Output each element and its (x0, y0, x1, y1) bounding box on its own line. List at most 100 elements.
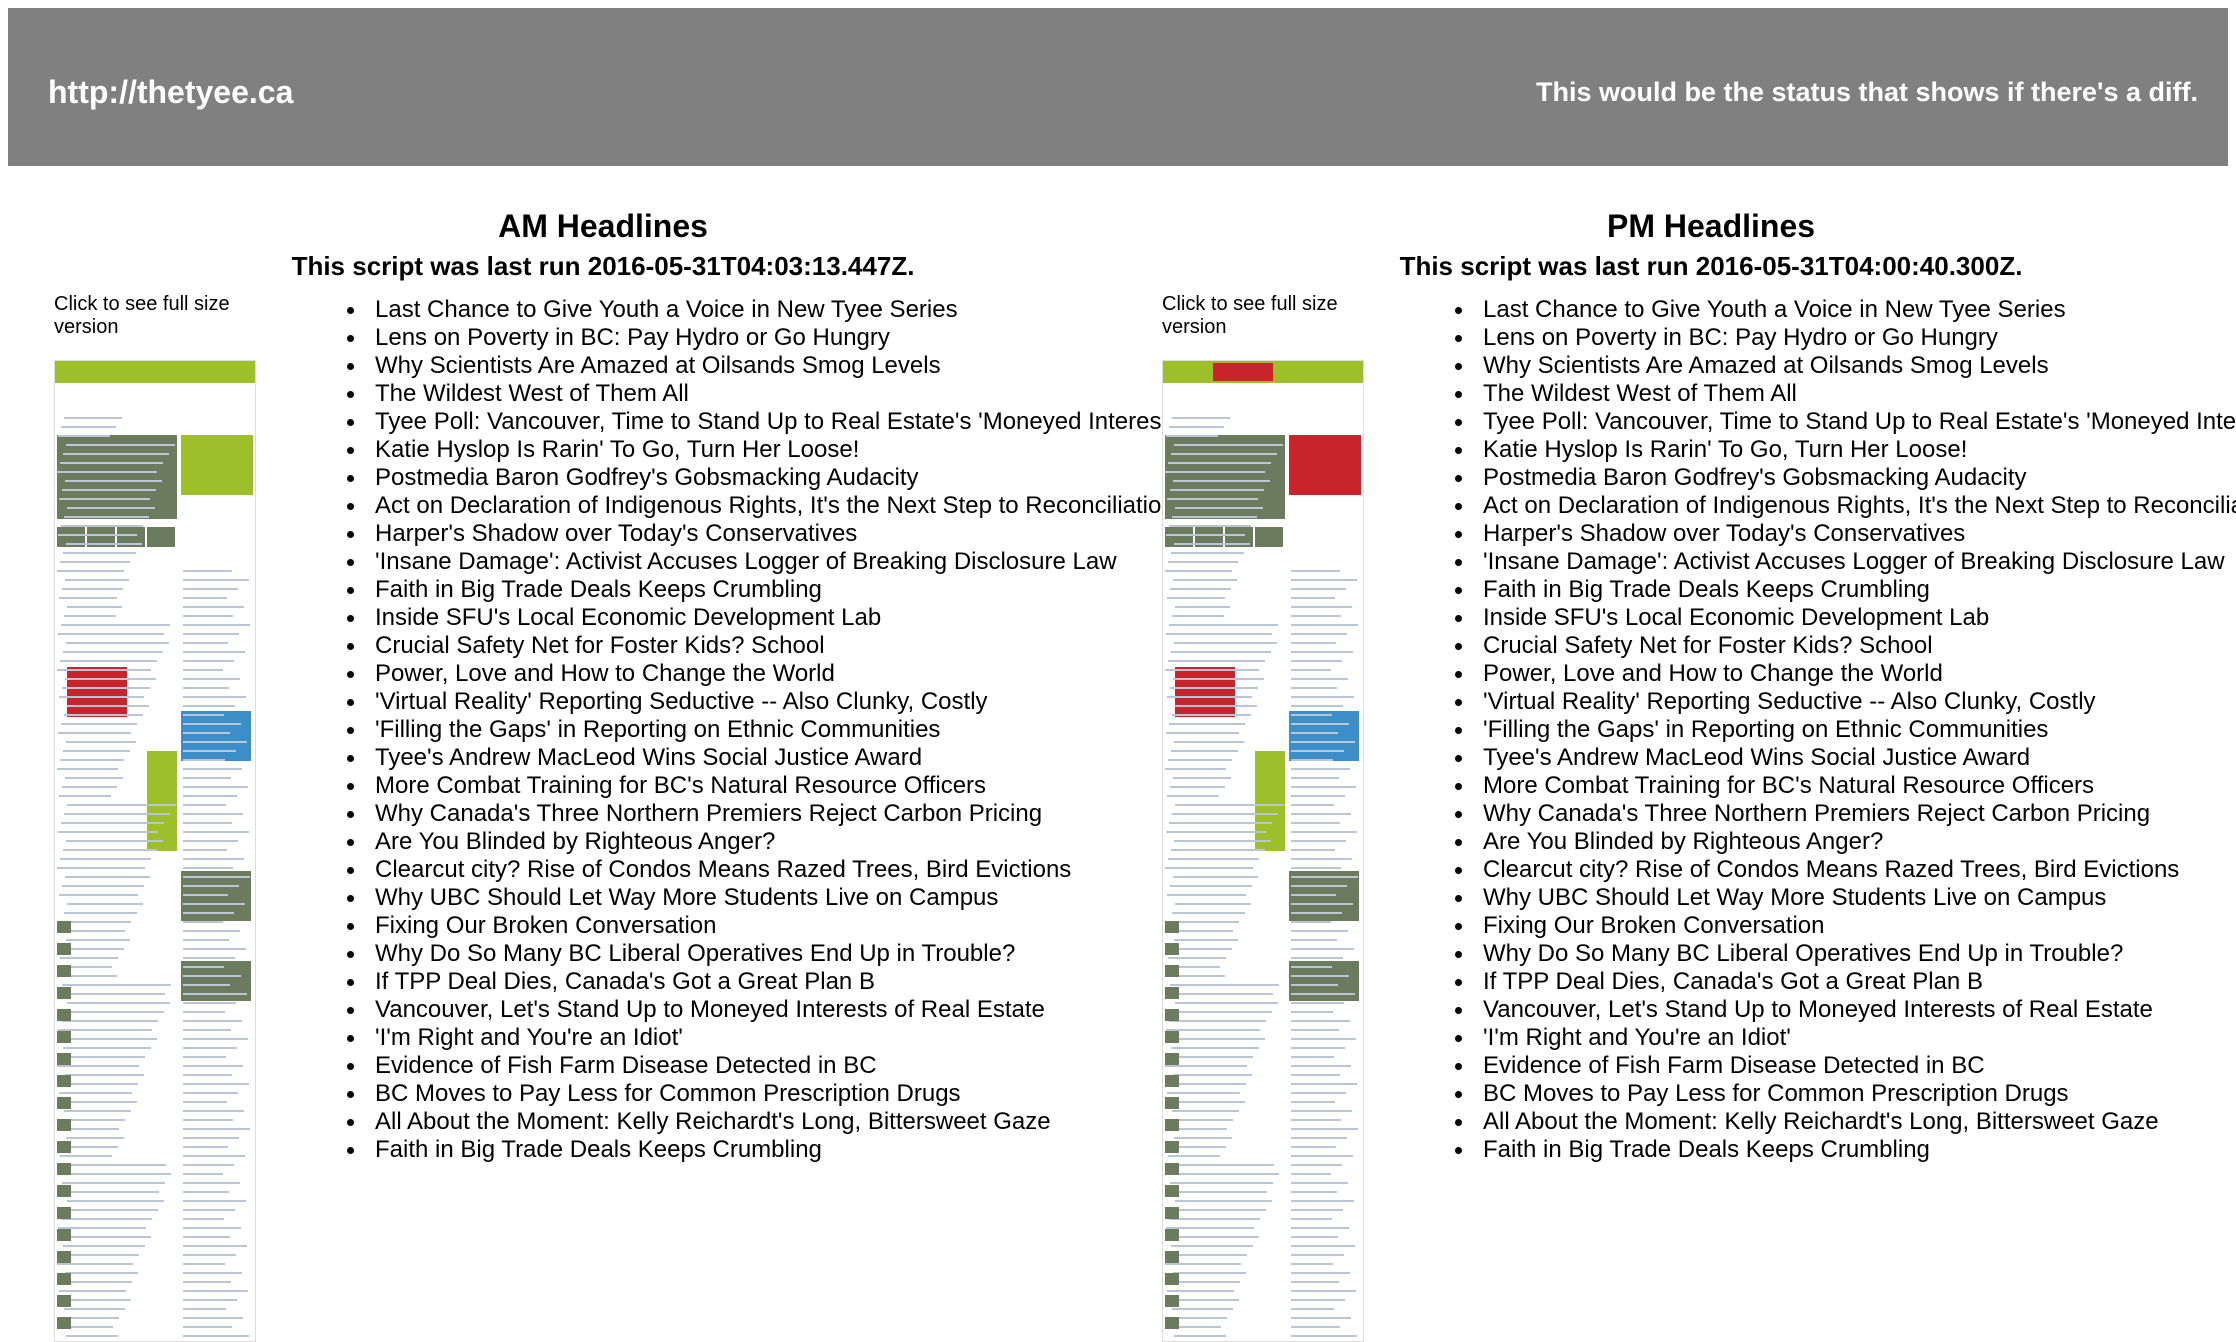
thumb-text-line (59, 498, 150, 500)
thumb-text-line (1167, 696, 1252, 698)
thumb-text-line (60, 759, 124, 761)
thumb-text-line (1175, 1200, 1272, 1202)
thumb-text-line (65, 975, 117, 977)
thumb-text-line (1171, 948, 1232, 950)
thumb-text-line (1170, 489, 1264, 491)
thumb-text-line (1291, 786, 1356, 788)
thumb-text-line (1291, 570, 1340, 572)
thumb-text-line (66, 840, 163, 842)
thumb-text-line (1291, 1218, 1332, 1220)
thumb-photo (147, 527, 175, 547)
thumb-text-line (1291, 723, 1349, 725)
thumb-text-line (1168, 1155, 1220, 1157)
thumb-text-line (1175, 606, 1230, 608)
thumb-text-line (57, 669, 151, 671)
thumb-text-line (61, 921, 131, 923)
thumb-text-line (1291, 804, 1334, 806)
pm-screenshot-thumbnail[interactable] (1162, 360, 1364, 1342)
thumb-text-line (1291, 750, 1344, 752)
thumb-text-line (1172, 1308, 1233, 1310)
thumb-text-line (60, 1155, 112, 1157)
thumb-text-line (1291, 1038, 1356, 1040)
thumb-text-line (1291, 1281, 1339, 1283)
thumb-text-line (64, 615, 116, 617)
thumb-text-line (183, 1191, 229, 1193)
thumb-text-line (62, 1182, 165, 1184)
thumb-text-line (183, 939, 229, 941)
thumb-text-line (183, 696, 246, 698)
thumb-photo (1165, 965, 1179, 977)
thumb-text-line (63, 651, 163, 653)
thumb-text-line (64, 912, 137, 914)
thumb-text-line (183, 822, 232, 824)
thumb-photo (57, 1141, 71, 1153)
thumb-photo (57, 1119, 71, 1131)
am-screenshot-thumbnail[interactable] (54, 360, 256, 1342)
thumb-text-line (65, 777, 123, 779)
thumb-text-line (183, 885, 239, 887)
thumb-text-line (58, 534, 137, 536)
thumb-text-line (1168, 858, 1259, 860)
thumb-text-line (1174, 444, 1283, 446)
thumb-text-line (183, 651, 245, 653)
thumb-text-line (1168, 1254, 1247, 1256)
thumb-text-line (1291, 1173, 1331, 1175)
thumb-text-line (183, 903, 245, 905)
thumb-text-line (1173, 579, 1237, 581)
thumb-text-line (183, 1218, 224, 1220)
thumb-text-line (57, 1065, 139, 1067)
thumb-text-line (1291, 1047, 1345, 1049)
thumb-text-line (1170, 885, 1252, 887)
thumb-text-line (1167, 993, 1273, 995)
thumb-photo (1165, 1053, 1179, 1065)
thumb-text-line (1291, 1254, 1344, 1256)
thumb-text-line (66, 1236, 151, 1238)
thumb-text-line (1171, 849, 1265, 851)
thumb-text-line (1175, 507, 1263, 509)
thumb-text-line (183, 1254, 236, 1256)
thumb-text-line (1291, 696, 1354, 698)
thumb-text-line (183, 1092, 238, 1094)
thumb-text-line (64, 813, 170, 815)
thumb-text-line (64, 1209, 158, 1211)
thumb-text-line (1173, 876, 1258, 878)
thumb-text-line (1291, 1137, 1347, 1139)
thumb-text-line (60, 957, 118, 959)
headline-item: If TPP Deal Dies, Canada's Got a Great P… (1428, 968, 2236, 996)
thumb-text-line (1166, 831, 1266, 833)
thumb-photo (57, 1031, 71, 1043)
thumb-text-line (183, 1290, 248, 1292)
thumb-text-line (1291, 615, 1341, 617)
thumb-text-line (1173, 777, 1231, 779)
thumb-photo (57, 1273, 71, 1285)
thumb-text-line (62, 786, 117, 788)
thumb-text-line (183, 732, 230, 734)
status-header: http://thetyee.ca This would be the stat… (8, 8, 2228, 166)
thumb-text-line (183, 1083, 249, 1085)
headline-item: Postmedia Baron Godfrey's Gobsmacking Au… (1428, 464, 2236, 492)
thumb-text-line (1165, 471, 1265, 473)
thumb-text-line (61, 426, 116, 428)
thumb-text-line (1167, 894, 1246, 896)
thumb-text-line (183, 795, 237, 797)
thumb-photo (57, 1163, 71, 1175)
thumb-text-line (1291, 840, 1346, 842)
thumb-text-line (1166, 435, 1218, 437)
thumb-text-line (1169, 1020, 1266, 1022)
thumb-text-line (1291, 678, 1348, 680)
thumb-text-line (1291, 651, 1353, 653)
thumb-text-line (183, 1074, 232, 1076)
thumb-text-line (1165, 867, 1253, 869)
am-thumb-caption: Click to see full size version (54, 293, 230, 338)
thumb-text-line (1165, 768, 1226, 770)
thumb-text-line (183, 1047, 237, 1049)
thumb-text-line (1291, 930, 1348, 932)
thumb-text-line (183, 1317, 243, 1319)
thumb-text-line (62, 885, 144, 887)
thumb-text-line (67, 1101, 137, 1103)
am-title: AM Headlines (498, 208, 708, 244)
pm-headline-list: Last Chance to Give Youth a Voice in New… (1428, 296, 2236, 1164)
thumb-text-line (59, 1092, 132, 1094)
thumb-text-line (1291, 1011, 1333, 1013)
thumb-text-line (1291, 606, 1352, 608)
